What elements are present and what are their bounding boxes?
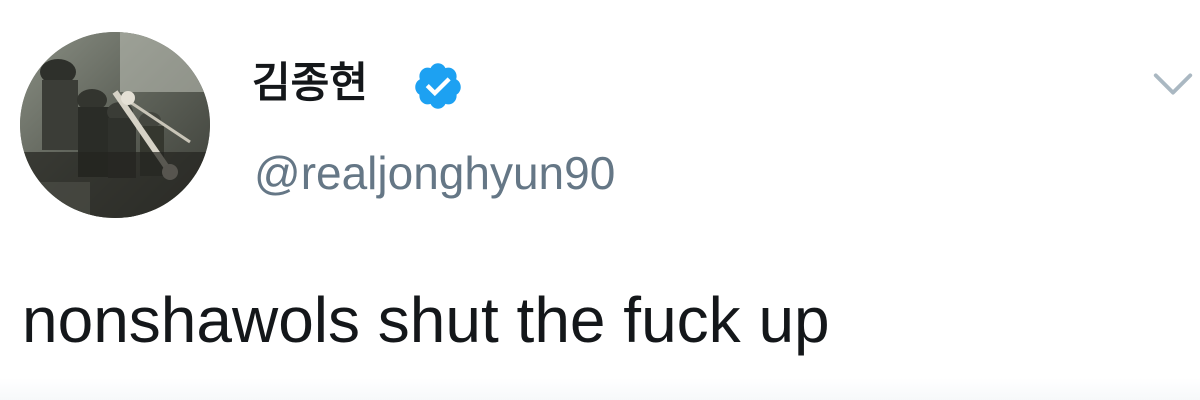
divider <box>0 378 1200 400</box>
avatar[interactable] <box>20 32 210 218</box>
user-handle[interactable]: @realjonghyun90 <box>254 146 615 200</box>
verified-badge-icon <box>412 60 464 112</box>
tweet-card: 김종현 @realjonghyun90 nonshawols shut the … <box>0 0 1200 400</box>
display-name[interactable]: 김종현 <box>252 58 368 108</box>
avatar-photo <box>20 32 210 218</box>
tweet-text: nonshawols shut the fuck up <box>22 284 830 356</box>
chevron-down-icon[interactable] <box>1150 62 1196 108</box>
